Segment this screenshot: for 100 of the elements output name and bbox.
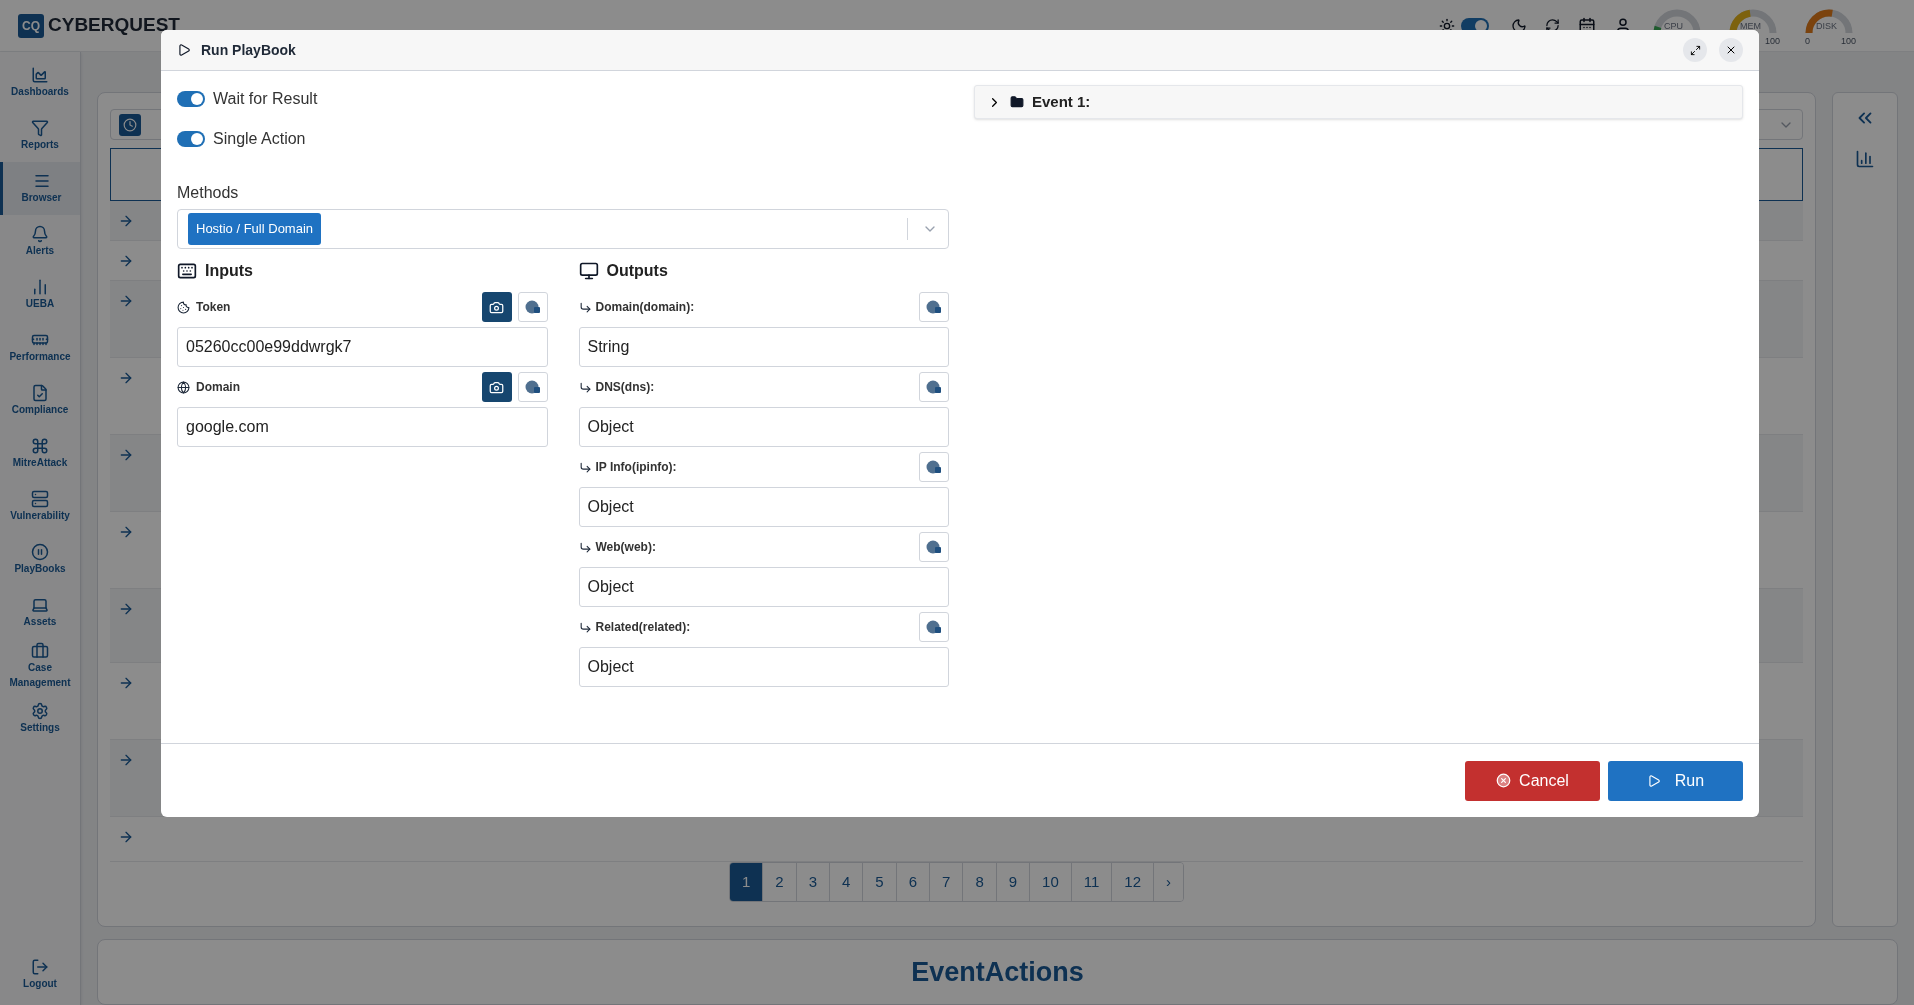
sidebar-item[interactable]: Browser	[0, 162, 80, 215]
refresh-icon[interactable]	[1545, 18, 1560, 33]
variable-icon	[926, 300, 942, 314]
outputs-title: Outputs	[606, 261, 668, 281]
corner-arrow-icon	[578, 620, 592, 634]
toggle-switch[interactable]	[177, 131, 205, 147]
file-check-icon	[31, 384, 49, 402]
variable-icon	[926, 380, 942, 394]
output-field[interactable]: String	[578, 327, 949, 367]
clock-button[interactable]	[119, 113, 141, 136]
dialog-title: Run PlayBook	[201, 40, 296, 60]
field-label: Related(related):	[595, 619, 691, 636]
server-icon	[31, 490, 49, 508]
camera-icon	[489, 299, 504, 315]
variable-button[interactable]	[919, 612, 949, 642]
output-field[interactable]: Object	[578, 647, 949, 687]
sidebar-item[interactable]: PlayBooks	[0, 533, 80, 586]
sidebar-item[interactable]: UEBA	[0, 268, 80, 321]
gauge-label: CPU	[1664, 19, 1683, 33]
logout-icon	[31, 958, 49, 976]
input-field[interactable]: google.com	[177, 407, 548, 447]
toggle-label: Wait for Result	[213, 89, 318, 109]
logo-mark: CQ	[18, 13, 44, 38]
sidebar-item[interactable]: Settings	[0, 692, 80, 745]
settings-icon	[31, 702, 49, 720]
section-title: EventActions	[911, 956, 1084, 989]
menu-icon	[32, 172, 51, 190]
gauge-max: 100	[1840, 34, 1856, 48]
sidebar-item[interactable]: Case Management	[0, 639, 80, 692]
variable-button[interactable]	[919, 372, 949, 402]
close-icon	[1725, 44, 1737, 56]
variable-button[interactable]	[517, 372, 548, 402]
logo-text: CYBERQUEST	[48, 13, 180, 38]
output-field[interactable]: Object	[578, 407, 949, 447]
logout-item[interactable]: Logout	[0, 958, 80, 991]
event-panel[interactable]: Event 1:	[974, 85, 1743, 119]
field-label: DNS(dns):	[595, 379, 655, 396]
briefcase-icon	[31, 641, 49, 660]
method-chip: Hostio / Full Domain	[188, 213, 322, 245]
sidebar-item[interactable]: Alerts	[0, 215, 80, 268]
field-label: Domain(domain):	[595, 299, 695, 316]
methods-select[interactable]: Hostio / Full Domain	[177, 209, 949, 249]
pause-icon	[31, 543, 49, 561]
variable-button[interactable]	[919, 452, 949, 482]
sidebar-item[interactable]: Assets	[0, 586, 80, 639]
toggle-label: Single Action	[213, 129, 306, 149]
field-label: Token	[196, 299, 231, 316]
corner-arrow-icon	[578, 540, 592, 554]
toggle-switch[interactable]	[177, 91, 205, 107]
gauge-label: DISK	[1816, 19, 1837, 33]
cookie-icon	[177, 300, 190, 314]
event-label: Event 1:	[1032, 91, 1091, 112]
maximize-icon	[1689, 44, 1701, 56]
maximize-button[interactable]	[1683, 38, 1707, 62]
sidebar-item[interactable]: Reports	[0, 109, 80, 162]
sidebar-item[interactable]: Compliance	[0, 374, 80, 427]
page-link[interactable]: 1	[729, 863, 764, 902]
variable-icon	[926, 460, 942, 474]
cancel-icon	[1496, 773, 1512, 788]
corner-arrow-icon	[578, 380, 592, 394]
field-label: Domain	[196, 379, 240, 396]
globe-icon	[177, 380, 190, 394]
variable-button[interactable]	[919, 532, 949, 562]
chart-icon[interactable]	[1855, 149, 1875, 169]
camera-button[interactable]	[481, 292, 512, 322]
bar-chart-icon	[31, 278, 49, 296]
sidebar-item[interactable]: Vulnerability	[0, 480, 80, 533]
variable-icon	[524, 380, 541, 394]
output-field[interactable]: Object	[578, 567, 949, 607]
variable-button[interactable]	[517, 292, 548, 322]
field-label: IP Info(ipinfo):	[595, 459, 677, 476]
gauge-min: 0	[1805, 34, 1810, 48]
sidebar-item[interactable]: Performance	[0, 321, 80, 374]
variable-icon	[926, 540, 942, 554]
play-icon	[1646, 773, 1661, 788]
variable-icon	[524, 300, 541, 314]
laptop-icon	[31, 596, 49, 614]
corner-arrow-icon	[578, 300, 592, 314]
gauge-max: 100	[1764, 34, 1780, 48]
clock-icon	[123, 117, 137, 132]
monitor-icon	[578, 261, 599, 281]
close-button[interactable]	[1719, 38, 1743, 62]
methods-label: Methods	[177, 183, 240, 203]
gauge-label: MEM	[1740, 19, 1761, 33]
arrow-right-icon[interactable]	[118, 675, 134, 691]
input-field[interactable]: 05260cc00e99ddwrgk7	[177, 327, 548, 367]
keyboard-icon	[177, 261, 197, 281]
bell-icon	[31, 225, 49, 243]
sidebar-item[interactable]: Dashboards	[0, 56, 80, 109]
camera-button[interactable]	[481, 372, 512, 402]
play-icon	[177, 43, 191, 57]
command-icon	[31, 437, 49, 455]
sidebar-item[interactable]: MitreAttack	[0, 427, 80, 480]
output-field[interactable]: Object	[578, 487, 949, 527]
variable-button[interactable]	[919, 292, 949, 322]
run-button[interactable]: Run	[1608, 760, 1743, 801]
variable-icon	[926, 620, 942, 634]
inputs-title: Inputs	[205, 261, 253, 281]
camera-icon	[489, 379, 504, 395]
cancel-button[interactable]: Cancel	[1465, 760, 1600, 801]
